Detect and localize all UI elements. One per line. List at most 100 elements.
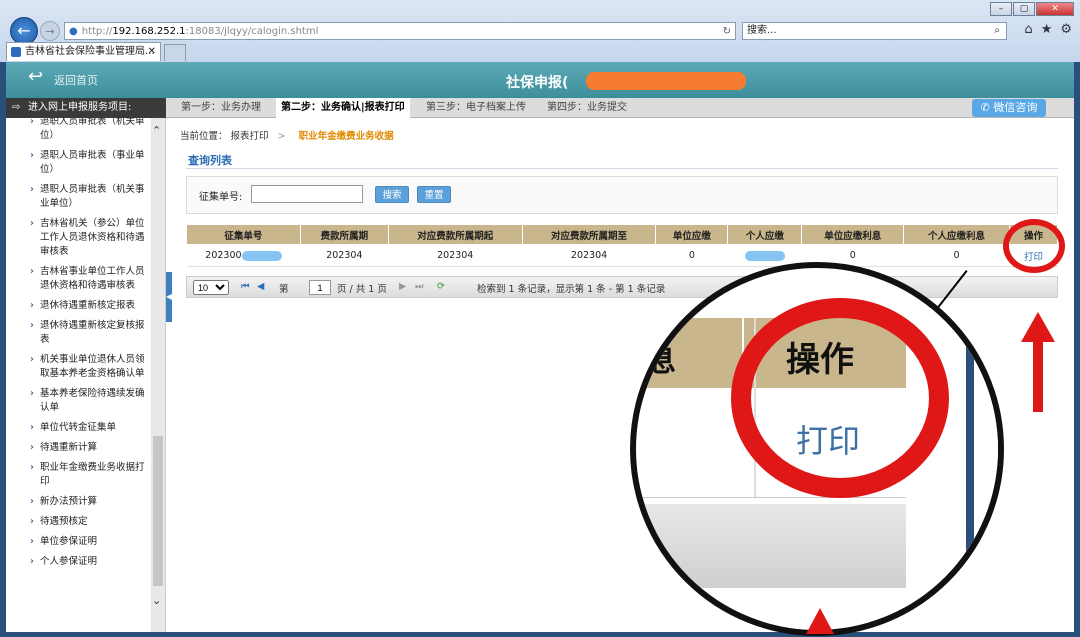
toolbar-icons: ⌂ ★ ⚙ — [1024, 22, 1072, 37]
column-header: 费款所属期 — [299, 224, 389, 245]
back-arrow-icon[interactable]: ← — [10, 17, 38, 45]
column-header: 对应费款所属期至 — [521, 224, 657, 245]
table-header-row: 征集单号 费款所属期 对应费款所属期起 对应费款所属期至 单位应缴 个人应缴 单… — [186, 224, 1059, 245]
sidebar-item[interactable]: › 待遇预核定 — [6, 512, 165, 532]
prev-page-icon[interactable]: ◀ — [257, 281, 264, 292]
collection-no-value: 202300 — [205, 250, 242, 261]
new-tab-button[interactable] — [164, 44, 186, 61]
column-header: 单位应缴利息 — [801, 224, 905, 245]
page-icon: ● — [69, 25, 78, 37]
sidebar-item[interactable]: › 退休待遇重新核定报表 — [6, 296, 165, 316]
annotation-up-arrow-icon — [1021, 312, 1055, 412]
sidebar-item[interactable]: › 单位参保证明 — [6, 532, 165, 552]
wechat-consult-label: 微信咨询 — [993, 101, 1038, 114]
search-button[interactable]: 搜索 — [375, 186, 409, 203]
gear-icon[interactable]: ⚙ — [1060, 22, 1072, 37]
forward-arrow-icon[interactable]: → — [40, 21, 60, 41]
column-header: 对应费款所属期起 — [387, 224, 523, 245]
step-3[interactable]: 第三步：电子档案上传 — [426, 98, 526, 118]
sidebar-item-label: 吉林省事业单位工作人员退休资格和待遇审核表 — [40, 266, 145, 291]
scroll-up-icon[interactable]: ⌃ — [152, 124, 161, 137]
sidebar-item[interactable]: › 个人参保证明 — [6, 552, 165, 572]
cell-period-to: 202304 — [522, 244, 656, 267]
zoom-side-border — [966, 308, 974, 608]
wechat-consult-button[interactable]: ✆ 微信咨询 — [972, 99, 1046, 117]
collection-no-input[interactable] — [251, 185, 363, 203]
maximize-button[interactable]: ▢ — [1013, 2, 1035, 16]
sidebar-item[interactable]: › 待遇重新计算 — [6, 438, 165, 458]
browser-search-box[interactable]: 搜索... ⌕ — [742, 22, 1007, 40]
last-page-icon[interactable]: ⏭ — [415, 281, 424, 292]
minimize-button[interactable]: – — [990, 2, 1012, 16]
annotation-arrow-tip — [806, 608, 834, 634]
home-icon[interactable]: ⌂ — [1024, 22, 1032, 37]
sidebar-item-label: 新办法预计算 — [40, 496, 98, 507]
browser-chrome: – ▢ ✕ ← → ● http://192.168.252.1:18083/j… — [0, 0, 1080, 62]
next-page-icon[interactable]: ▶ — [399, 281, 406, 292]
chevron-right-icon: › — [30, 516, 34, 527]
breadcrumb-level1[interactable]: 报表打印 — [231, 131, 269, 142]
tab-close-icon[interactable]: ✕ — [148, 43, 156, 61]
sidebar-header: ⇨ 进入网上申报服务项目: — [6, 98, 166, 118]
sidebar-item-label: 待遇预核定 — [40, 516, 88, 527]
sidebar-item[interactable]: › 退职人员审批表（机关单位） — [6, 118, 165, 146]
tab-title: 吉林省社会保险事业管理局... — [25, 46, 155, 57]
breadcrumb-separator: > — [277, 131, 286, 142]
table-row: 202300 202304 202304 202304 0 0 0 打印 — [186, 244, 1058, 267]
sidebar-item[interactable]: › 机关事业单位退休人员领取基本养老金资格确认单 — [6, 350, 165, 384]
step-2[interactable]: 第二步：业务确认|报表打印 — [276, 98, 410, 118]
cell-period: 202304 — [300, 244, 389, 267]
back-home-label: 返回首页 — [54, 74, 98, 87]
annotation-circle — [1003, 219, 1065, 273]
sidebar-item-label: 个人参保证明 — [40, 556, 98, 567]
favorites-star-icon[interactable]: ★ — [1041, 22, 1053, 37]
page-size-select[interactable]: 10 — [193, 280, 229, 295]
sidebar-scrollbar-thumb[interactable] — [153, 436, 163, 586]
chevron-right-icon: › — [30, 300, 34, 311]
first-page-icon[interactable]: ⏮ — [241, 281, 250, 292]
redaction-mark — [586, 72, 746, 90]
redaction-mark — [241, 250, 282, 261]
sidebar-item[interactable]: › 基本养老保险待遇续发确认单 — [6, 384, 165, 418]
url-rest: :18083/jlqyy/calogin.shtml — [185, 25, 319, 37]
annotation-circle-large — [731, 298, 949, 498]
step-4[interactable]: 第四步：业务提交 — [547, 98, 627, 118]
reset-button[interactable]: 重置 — [417, 186, 451, 203]
page-count-label: 页 / 共 1 页 — [337, 284, 387, 295]
sidebar-item[interactable]: › 单位代转金征集单 — [6, 418, 165, 438]
zoom-partial-header: 息 — [646, 344, 676, 379]
chevron-right-icon: › — [30, 422, 34, 433]
browser-tab[interactable]: 吉林省社会保险事业管理局... ✕ — [6, 42, 161, 61]
sidebar-item[interactable]: › 新办法预计算 — [6, 492, 165, 512]
url-prefix: http:// — [81, 25, 113, 37]
zoom-pager-band — [636, 504, 906, 588]
sidebar-item[interactable]: › 退职人员审批表（机关事业单位） — [6, 180, 165, 214]
page-number-input[interactable] — [309, 280, 331, 295]
sidebar-item[interactable]: › 吉林省事业单位工作人员退休资格和待遇审核表 — [6, 262, 165, 296]
collection-no-label: 征集单号: — [199, 192, 243, 203]
sidebar-item-label: 退职人员审批表（事业单位） — [40, 150, 145, 175]
scroll-down-icon[interactable]: ⌄ — [152, 594, 161, 607]
breadcrumb: 当前位置： 报表打印 > 职业年金缴费业务收据 — [180, 128, 394, 142]
sidebar-item[interactable]: › 职业年金缴费业务收据打印 — [6, 458, 165, 492]
refresh-icon[interactable]: ↻ — [723, 26, 731, 37]
search-icon[interactable]: ⌕ — [994, 23, 1000, 39]
step-bar: ⇨ 进入网上申报服务项目: 第一步：业务办理 第二步：业务确认|报表打印 第三步… — [6, 98, 1074, 118]
close-window-button[interactable]: ✕ — [1036, 2, 1074, 16]
sidebar-collapse-handle[interactable]: ◀ — [166, 272, 172, 322]
sidebar-item[interactable]: › 吉林省机关（参公）单位工作人员退休资格和待遇审核表 — [6, 214, 165, 262]
chevron-right-icon: › — [30, 496, 34, 507]
sidebar-item[interactable]: › 退休待遇重新核定复核报表 — [6, 316, 165, 350]
sidebar-item-label: 吉林省机关（参公）单位工作人员退休资格和待遇审核表 — [40, 218, 145, 257]
chevron-right-icon: › — [30, 184, 34, 195]
cell-period-from: 202304 — [388, 244, 523, 267]
back-home-link[interactable]: ↩ 返回首页 — [28, 66, 98, 88]
refresh-icon[interactable]: ⟳ — [437, 281, 445, 292]
results-table: 征集单号 费款所属期 对应费款所属期起 对应费款所属期至 单位应缴 个人应缴 单… — [186, 224, 1059, 267]
cell-person-interest: 0 — [903, 244, 1010, 267]
step-1[interactable]: 第一步：业务办理 — [181, 98, 261, 118]
address-bar[interactable]: ● http://192.168.252.1:18083/jlqyy/calog… — [64, 22, 736, 40]
sidebar-item-label: 退职人员审批表（机关事业单位） — [40, 184, 145, 209]
sidebar-item-label: 职业年金缴费业务收据打印 — [40, 462, 145, 487]
sidebar-item[interactable]: › 退职人员审批表（事业单位） — [6, 146, 165, 180]
